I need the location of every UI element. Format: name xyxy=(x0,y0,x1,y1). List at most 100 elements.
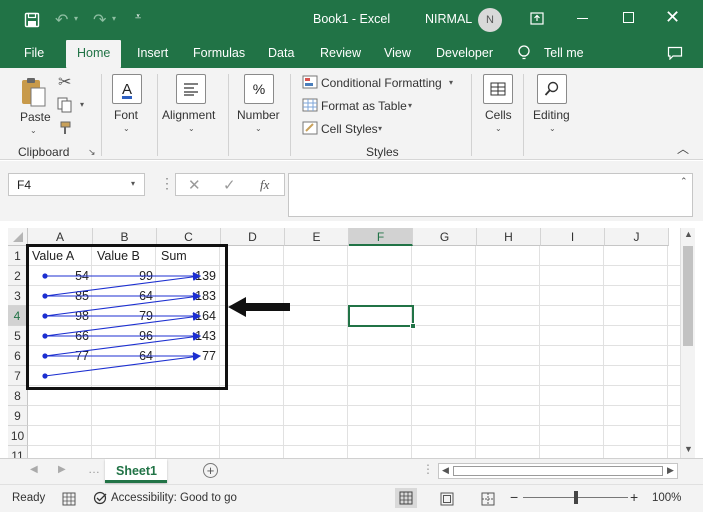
user-name[interactable]: NIRMAL xyxy=(425,12,472,26)
copy-dropdown-icon[interactable]: ▾ xyxy=(80,100,84,109)
scroll-right-icon[interactable]: ▶ xyxy=(667,465,674,476)
tab-view[interactable]: View xyxy=(384,46,411,60)
font-dropdown-icon[interactable]: ⌄ xyxy=(123,124,130,133)
cancel-icon[interactable]: ✕ xyxy=(188,176,201,194)
editing-icon[interactable] xyxy=(537,74,567,104)
column-header-i[interactable]: I xyxy=(541,228,605,246)
zoom-level[interactable]: 100% xyxy=(652,492,681,504)
sheet-tab-sheet1[interactable]: Sheet1 xyxy=(105,459,167,483)
number-label[interactable]: Number xyxy=(237,108,280,122)
conditional-formatting-dropdown-icon[interactable]: ▾ xyxy=(449,78,453,87)
page-layout-view-icon[interactable] xyxy=(440,492,454,506)
undo-dropdown-icon[interactable]: ▾ xyxy=(74,14,78,23)
column-header-g[interactable]: G xyxy=(413,228,477,246)
accessibility-status[interactable]: Accessibility: Good to go xyxy=(111,492,237,504)
selected-cell-f4[interactable] xyxy=(348,305,414,327)
fill-handle[interactable] xyxy=(410,323,416,329)
horizontal-scrollbar[interactable]: ◀ ▶ xyxy=(438,463,678,479)
paste-label[interactable]: Paste xyxy=(20,110,51,124)
column-header-f[interactable]: F xyxy=(349,228,413,246)
column-header-j[interactable]: J xyxy=(605,228,669,246)
paste-icon[interactable] xyxy=(20,76,48,108)
save-icon[interactable] xyxy=(24,12,40,28)
formula-input[interactable]: ⌃ xyxy=(288,173,693,217)
ribbon-display-options-icon[interactable] xyxy=(530,12,544,25)
prev-sheet-icon[interactable]: ◀ xyxy=(30,464,38,475)
zoom-slider-thumb[interactable] xyxy=(574,491,578,504)
cells-dropdown-icon[interactable]: ⌄ xyxy=(495,124,502,133)
column-header-h[interactable]: H xyxy=(477,228,541,246)
alignment-dropdown-icon[interactable]: ⌄ xyxy=(188,124,195,133)
conditional-formatting-icon[interactable] xyxy=(302,75,318,89)
minimize-icon[interactable] xyxy=(577,18,588,20)
alignment-icon[interactable] xyxy=(176,74,206,104)
cell-styles-icon[interactable] xyxy=(302,121,318,135)
row-header-11[interactable]: 11 xyxy=(8,446,28,458)
row-header-8[interactable]: 8 xyxy=(8,386,28,406)
maximize-icon[interactable] xyxy=(623,12,634,23)
scroll-down-icon[interactable]: ▼ xyxy=(684,444,693,454)
tell-me-search[interactable]: Tell me xyxy=(544,46,584,60)
accessibility-icon[interactable] xyxy=(93,491,109,507)
lightbulb-icon[interactable] xyxy=(517,44,531,62)
tab-review[interactable]: Review xyxy=(320,46,361,60)
font-icon[interactable]: A xyxy=(112,74,142,104)
tab-insert[interactable]: Insert xyxy=(137,46,168,60)
number-format-icon[interactable]: % xyxy=(244,74,274,104)
cut-icon[interactable]: ✂ xyxy=(58,72,71,92)
font-label[interactable]: Font xyxy=(114,108,138,122)
next-sheet-icon[interactable]: ▶ xyxy=(58,464,66,475)
cells-icon[interactable] xyxy=(483,74,513,104)
insert-function-icon[interactable]: fx xyxy=(260,177,269,193)
editing-label[interactable]: Editing xyxy=(533,108,570,122)
scroll-up-icon[interactable]: ▲ xyxy=(684,229,693,239)
worksheet-grid[interactable]: A B C D E F G H I J 1 2 3 4 5 6 7 8 9 10… xyxy=(8,228,694,458)
scrollbar-thumb[interactable] xyxy=(683,246,693,346)
scroll-left-icon[interactable]: ◀ xyxy=(442,465,449,476)
tab-developer[interactable]: Developer xyxy=(436,46,493,60)
horizontal-scrollbar-thumb[interactable] xyxy=(453,466,663,476)
add-sheet-icon[interactable]: + xyxy=(203,463,218,478)
paste-dropdown-icon[interactable]: ⌄ xyxy=(30,126,37,135)
comments-icon[interactable] xyxy=(667,46,683,60)
format-painter-icon[interactable] xyxy=(58,120,74,136)
cell-styles-button[interactable]: Cell Styles xyxy=(321,122,378,136)
clipboard-launcher-icon[interactable]: ↘ xyxy=(88,147,96,158)
tab-split-icon[interactable]: ⋮ xyxy=(422,462,434,476)
name-box[interactable]: F4 ▾ xyxy=(8,173,145,196)
page-break-preview-icon[interactable] xyxy=(481,492,495,506)
format-as-table-dropdown-icon[interactable]: ▾ xyxy=(408,101,412,110)
number-dropdown-icon[interactable]: ⌄ xyxy=(255,124,262,133)
collapse-ribbon-icon[interactable]: ︿ xyxy=(677,140,689,157)
tab-formulas[interactable]: Formulas xyxy=(193,46,245,60)
conditional-formatting-button[interactable]: Conditional Formatting xyxy=(321,76,442,90)
zoom-in-icon[interactable]: + xyxy=(630,489,638,505)
close-icon[interactable]: ✕ xyxy=(665,8,680,26)
format-as-table-button[interactable]: Format as Table xyxy=(321,99,407,113)
cells-label[interactable]: Cells xyxy=(485,108,512,122)
avatar[interactable]: N xyxy=(478,8,502,32)
column-header-e[interactable]: E xyxy=(285,228,349,246)
zoom-out-icon[interactable]: − xyxy=(510,489,518,505)
expand-formula-bar-icon[interactable]: ⌃ xyxy=(680,176,688,187)
row-header-9[interactable]: 9 xyxy=(8,406,28,426)
customize-toolbar-icon[interactable]: ⩡ xyxy=(135,11,141,24)
redo-icon[interactable]: ↷ xyxy=(93,10,106,30)
tab-data[interactable]: Data xyxy=(268,46,294,60)
row-header-10[interactable]: 10 xyxy=(8,426,28,446)
editing-dropdown-icon[interactable]: ⌄ xyxy=(549,124,556,133)
sheet-overflow-icon[interactable]: … xyxy=(88,462,100,476)
alignment-label[interactable]: Alignment xyxy=(162,108,215,122)
macro-recording-icon[interactable] xyxy=(62,492,76,506)
tab-file[interactable]: File xyxy=(24,46,44,60)
copy-icon[interactable] xyxy=(57,97,73,113)
cell-styles-dropdown-icon[interactable]: ▾ xyxy=(378,124,382,133)
redo-dropdown-icon[interactable]: ▾ xyxy=(112,14,116,23)
vertical-scrollbar[interactable]: ▲ ▼ xyxy=(680,228,695,458)
name-box-dropdown-icon[interactable]: ▾ xyxy=(131,179,135,188)
undo-icon[interactable]: ↶ xyxy=(55,10,68,30)
normal-view-button[interactable] xyxy=(395,488,417,508)
format-as-table-icon[interactable] xyxy=(302,98,318,112)
enter-icon[interactable]: ✓ xyxy=(223,176,236,194)
tab-home[interactable]: Home xyxy=(66,40,122,68)
